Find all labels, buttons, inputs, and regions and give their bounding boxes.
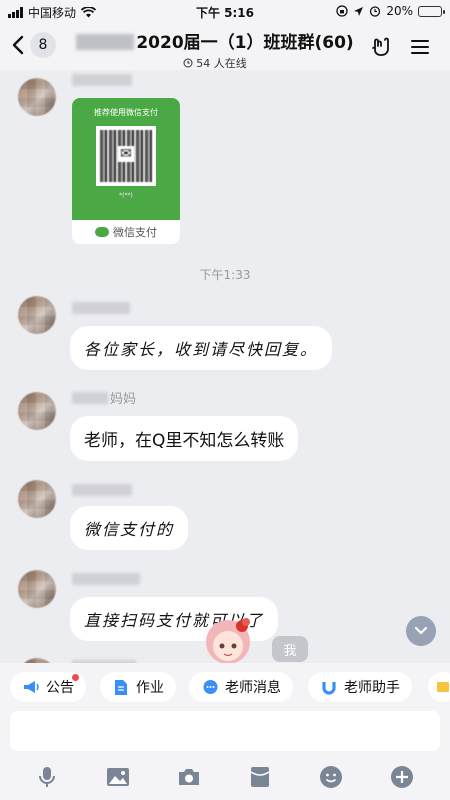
avatar[interactable] [18, 480, 56, 518]
red-packet-button[interactable] [246, 763, 274, 791]
sender-name-redacted [72, 302, 130, 314]
message-bubble[interactable]: 各位家长，收到请尽快回复。 [70, 326, 333, 370]
battery-percent: 20% [386, 4, 413, 18]
notification-dot [72, 674, 79, 681]
microphone-icon [39, 767, 55, 787]
anime-girl-sticker[interactable] [200, 610, 256, 663]
message-bubble[interactable]: 老师，在Q里不知怎么转账 [70, 416, 299, 461]
sender-name-redacted [72, 392, 108, 404]
chevron-down-icon [414, 626, 428, 635]
homework-chip[interactable]: 作业 [100, 672, 176, 702]
photo-button[interactable] [104, 763, 132, 791]
hand-sign-icon[interactable] [369, 35, 393, 59]
online-clock-icon [183, 58, 193, 68]
plus-circle-icon [391, 766, 413, 788]
announcement-label: 公告 [46, 680, 74, 696]
red-packet-icon [250, 767, 270, 787]
alarm-icon [370, 6, 381, 17]
avatar[interactable] [18, 570, 56, 608]
message-timestamp: 下午1:33 [199, 268, 251, 282]
camera-icon [179, 769, 199, 785]
chevron-left-icon [12, 35, 24, 55]
avatar[interactable] [18, 392, 56, 430]
avatar[interactable] [18, 78, 56, 116]
teacher-assistant-chip[interactable]: 老师助手 [308, 672, 412, 702]
lock-rotation-icon [336, 5, 348, 17]
avatar[interactable] [18, 296, 56, 334]
location-icon [354, 6, 364, 16]
teacher-messages-chip[interactable]: 老师消息 [189, 672, 293, 702]
teacher-assistant-label: 老师助手 [344, 680, 400, 696]
pay-card-brand: 微信支付 [113, 226, 157, 239]
input-bar [0, 711, 450, 800]
redacted-text [76, 34, 135, 50]
message-input[interactable] [10, 711, 440, 751]
megaphone-icon [22, 678, 40, 696]
group-title-text: 2020届一（1）班班群(60) [136, 33, 354, 53]
message-list[interactable]: 推荐使用微信支付 *(**) 微信支付 下午1:33 各位家长，收到请尽快回复。… [0, 70, 450, 663]
chat-bubble-icon [201, 678, 219, 696]
sender-name-redacted [72, 573, 140, 585]
pay-card-small-label: *(**) [119, 192, 133, 199]
voice-button[interactable] [33, 763, 61, 791]
my-avatar-chip[interactable]: 我 [272, 636, 308, 662]
online-count: 54 人在线 [60, 55, 370, 71]
status-bar: 中国移动 下午 5:16 20% [0, 0, 450, 24]
group-title: 2020届一（1）班班群(60) [60, 28, 370, 53]
smiley-icon [320, 766, 342, 788]
sender-name-redacted [72, 74, 132, 86]
online-count-text: 54 人在线 [196, 57, 247, 70]
pay-card-heading: 推荐使用微信支付 [94, 108, 158, 117]
magnet-icon [320, 678, 338, 696]
more-chip[interactable] [428, 672, 450, 702]
back-button[interactable]: 8 [12, 32, 56, 58]
battery-icon [418, 5, 445, 17]
scroll-to-bottom-button[interactable] [406, 616, 436, 646]
more-actions-button[interactable] [388, 763, 416, 791]
message-bubble[interactable]: 微信支付的 [70, 506, 189, 550]
document-icon [112, 678, 130, 696]
homework-label: 作业 [136, 680, 164, 696]
image-icon [107, 768, 129, 786]
sender-name: 妈妈 [110, 392, 137, 407]
qr-code[interactable] [96, 126, 156, 186]
teacher-messages-label: 老师消息 [225, 680, 281, 696]
wechat-pay-card[interactable]: 推荐使用微信支付 *(**) 微信支付 [72, 98, 180, 244]
sender-name-redacted [72, 484, 132, 496]
emoji-button[interactable] [317, 763, 345, 791]
chat-header: 8 2020届一（1）班班群(60) 54 人在线 [0, 24, 450, 70]
wechat-logo-icon [95, 227, 109, 237]
menu-icon[interactable] [408, 35, 432, 59]
camera-button[interactable] [175, 763, 203, 791]
folder-icon [436, 678, 450, 696]
quick-action-bar: 公告 作业 老师消息 老师助手 [0, 663, 450, 711]
announcement-chip[interactable]: 公告 [10, 672, 86, 702]
unread-count-badge: 8 [30, 32, 56, 58]
